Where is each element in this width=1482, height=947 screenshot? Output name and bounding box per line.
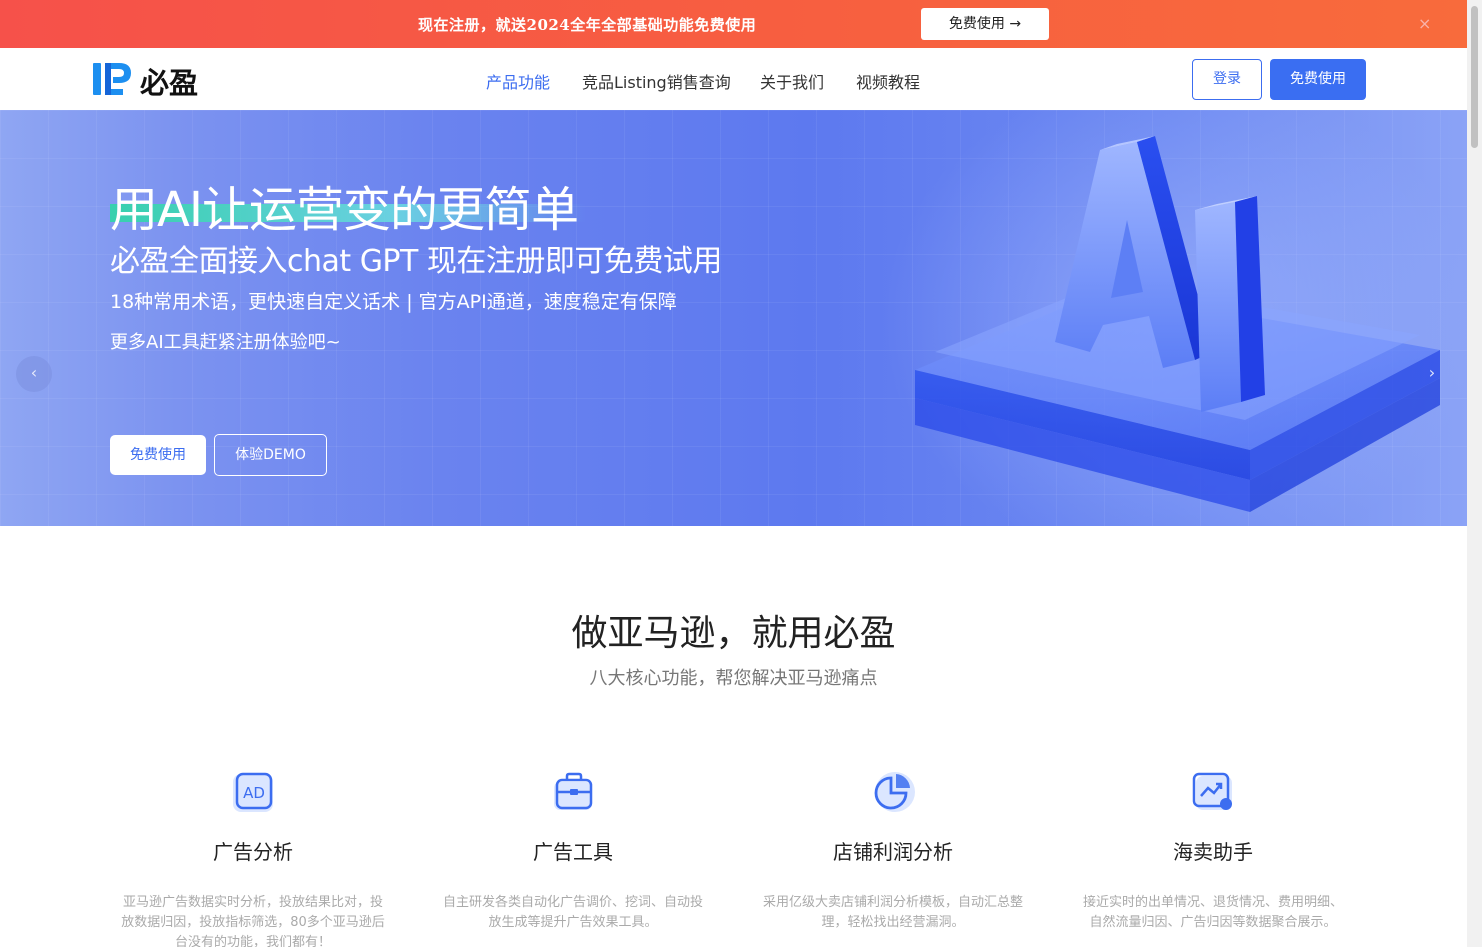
close-icon[interactable]: ×	[1418, 14, 1431, 33]
chevron-left-icon[interactable]: ‹	[16, 356, 52, 392]
feature-desc: 接近实时的出单情况、退货情况、费用明细、自然流量归因、广告归因等数据聚合展示。	[1082, 895, 1343, 930]
nav-product-features[interactable]: 产品功能	[486, 69, 550, 93]
pie-chart-icon	[874, 772, 915, 812]
hero-banner: 用AI让运营变的更简单 必盈全面接入chat GPT 现在注册即可免费试用 18…	[0, 110, 1467, 526]
nav-listing-sales[interactable]: 竞品Listing销售查询	[582, 69, 731, 93]
feature-title: 广告分析	[213, 840, 293, 864]
hero-cta-text: 更多AI工具赶紧注册体验吧~	[110, 332, 341, 353]
feature-desc: 亚马逊广告数据实时分析，投放结果比对，投放数据归因，投放指标筛选，80多个亚马逊…	[121, 895, 385, 947]
scrollbar-thumb[interactable]	[1471, 6, 1478, 148]
hero-description: 18种常用术语，更快速自定义话术 | 官方API通道，速度稳定有保障	[110, 291, 677, 313]
feature-ad-tools[interactable]: 广告工具 自主研发各类自动化广告调价、挖词、自动投放生成等提升广告效果工具。	[433, 768, 713, 933]
hero-title: 用AI让运营变的更简单	[110, 182, 579, 238]
feature-title: 店铺利润分析	[833, 840, 953, 864]
feature-sales-assistant[interactable]: 海卖助手 接近实时的出单情况、退货情况、费用明细、自然流量归因、广告归因等数据聚…	[1073, 768, 1353, 933]
page: 现在注册，就送2024全年全部基础功能免费使用 免费使用 → × 必盈 产品功能…	[0, 0, 1482, 947]
trend-chart-icon	[1192, 772, 1232, 810]
feature-desc: 采用亿级大卖店铺利润分析模板，自动汇总整理，轻松找出经营漏洞。	[762, 895, 1023, 930]
hero-subtitle: 必盈全面接入chat GPT 现在注册即可免费试用	[110, 244, 722, 279]
feature-title: 广告工具	[533, 840, 613, 864]
promo-bar: 现在注册，就送2024全年全部基础功能免费使用 免费使用 → ×	[0, 0, 1467, 48]
chevron-right-icon[interactable]: ›	[1414, 356, 1450, 392]
feature-desc: 自主研发各类自动化广告调价、挖词、自动投放生成等提升广告效果工具。	[442, 895, 703, 930]
svg-text:AD: AD	[243, 784, 265, 802]
nav-about-us[interactable]: 关于我们	[760, 69, 824, 93]
feature-store-profit[interactable]: 店铺利润分析 采用亿级大卖店铺利润分析模板，自动汇总整理，轻松找出经营漏洞。	[753, 768, 1033, 933]
promo-text: 现在注册，就送2024全年全部基础功能免费使用	[418, 16, 757, 34]
section-title: 做亚马逊，就用必盈	[571, 613, 896, 654]
feature-title: 海卖助手	[1173, 840, 1253, 864]
hero-demo-button[interactable]: 体验DEMO	[214, 434, 327, 476]
logo-icon[interactable]	[93, 61, 133, 97]
ad-icon: AD	[233, 772, 273, 812]
brand-name[interactable]: 必盈	[140, 60, 198, 102]
ai-3d-illustration	[915, 136, 1440, 512]
site-header: 必盈 产品功能 竞品Listing销售查询 关于我们 视频教程 登录 免费使用	[0, 48, 1467, 110]
login-button[interactable]: 登录	[1192, 59, 1262, 100]
hero-free-button[interactable]: 免费使用	[110, 435, 206, 475]
nav-video-tutorials[interactable]: 视频教程	[856, 69, 920, 93]
hero-title-block: 用AI让运营变的更简单	[110, 170, 586, 240]
feature-ad-analysis[interactable]: AD 广告分析 亚马逊广告数据实时分析，投放结果比对，投放数据归因，投放指标筛选…	[113, 768, 393, 947]
page-scrollbar[interactable]	[1467, 0, 1482, 947]
free-trial-button[interactable]: 免费使用	[1270, 59, 1366, 100]
section-subtitle: 八大核心功能，帮您解决亚马逊痛点	[589, 668, 878, 689]
briefcase-icon	[554, 772, 593, 810]
promo-free-button[interactable]: 免费使用 →	[921, 8, 1049, 40]
